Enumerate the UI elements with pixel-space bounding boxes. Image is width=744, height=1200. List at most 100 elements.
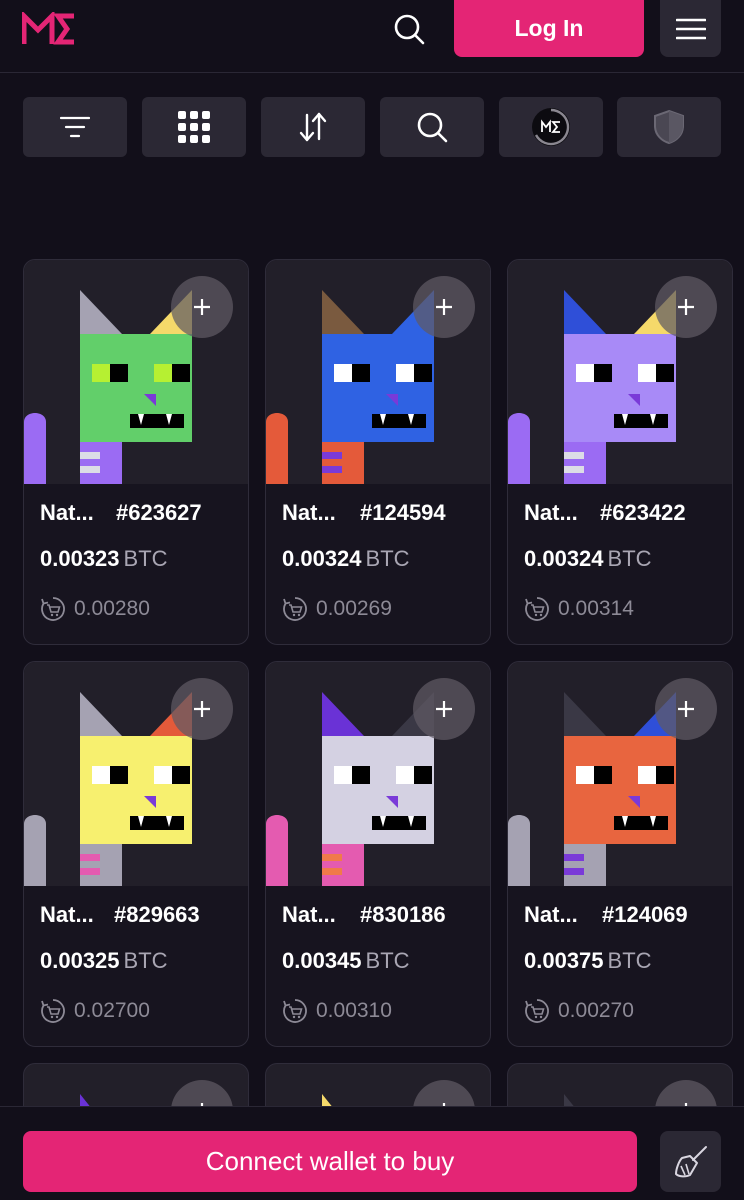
- filter-button[interactable]: [23, 97, 127, 157]
- login-button[interactable]: Log In: [454, 0, 644, 57]
- price-unit: BTC: [123, 948, 168, 973]
- cat-eye: [334, 364, 352, 382]
- cat-stripe: [322, 854, 342, 861]
- last-sale-value: 0.00314: [558, 597, 634, 620]
- clear-cart-button[interactable]: [660, 1131, 721, 1192]
- collection-button[interactable]: [499, 97, 603, 157]
- cat-eye: [396, 364, 414, 382]
- cat-tail: [266, 815, 288, 886]
- cat-stripe: [80, 466, 100, 473]
- nft-price: 0.00325 BTC: [40, 948, 168, 974]
- price-unit: BTC: [607, 948, 652, 973]
- cat-mouth: [372, 414, 426, 428]
- cat-eye: [154, 364, 172, 382]
- add-to-cart-button[interactable]: [655, 678, 717, 740]
- nft-card[interactable]: Nat... #124594 0.00324 BTC 0.00269: [265, 259, 491, 645]
- cat-body: [564, 442, 606, 484]
- menu-button[interactable]: [660, 0, 721, 57]
- toolbar-search-button[interactable]: [380, 97, 484, 157]
- cat-body: [80, 844, 122, 886]
- nft-name: Nat...: [524, 902, 578, 927]
- cat-left-ear: [564, 692, 606, 736]
- nft-name: Nat...: [40, 902, 94, 927]
- nft-card[interactable]: Nat... #829663 0.00325 BTC 0.02700: [23, 661, 249, 1047]
- sort-button[interactable]: [261, 97, 365, 157]
- nft-card[interactable]: Nat... #623627 0.00323 BTC 0.00280: [23, 259, 249, 645]
- cat-pupil: [172, 364, 190, 382]
- last-sale-value: 0.02700: [74, 999, 150, 1022]
- verified-filter-button[interactable]: [617, 97, 721, 157]
- nft-price: 0.00324 BTC: [282, 546, 410, 572]
- nft-card[interactable]: Nat... #124069 0.00375 BTC 0.00270: [507, 661, 733, 1047]
- cat-body: [564, 844, 606, 886]
- add-to-cart-button[interactable]: [171, 678, 233, 740]
- cat-stripe: [322, 868, 342, 875]
- add-to-cart-button[interactable]: [171, 276, 233, 338]
- nft-price: 0.00375 BTC: [524, 948, 652, 974]
- cat-tail: [24, 413, 46, 484]
- last-sale-cart-icon: [525, 999, 549, 1023]
- last-sale-value: 0.00310: [316, 999, 392, 1022]
- top-header: Log In: [0, 0, 744, 73]
- nft-number: #829663: [114, 902, 200, 927]
- nft-number: #124594: [360, 500, 446, 525]
- magic-eden-collection-icon: [532, 108, 570, 146]
- last-sale-value: 0.00270: [558, 999, 634, 1022]
- cat-pupil: [110, 364, 128, 382]
- last-sale-value: 0.00280: [74, 597, 150, 620]
- cat-stripe: [564, 452, 584, 459]
- cat-eye: [576, 766, 594, 784]
- cat-tail: [24, 815, 46, 886]
- cat-mouth: [372, 816, 426, 830]
- price-unit: BTC: [123, 546, 168, 571]
- grid-view-button[interactable]: [142, 97, 246, 157]
- nft-name: Nat...: [282, 902, 336, 927]
- cat-mouth: [130, 414, 184, 428]
- magic-eden-logo[interactable]: [21, 9, 78, 46]
- add-to-cart-button[interactable]: [413, 276, 475, 338]
- nft-name: Nat...: [40, 500, 94, 525]
- cat-tail: [508, 815, 530, 886]
- cat-stripe: [564, 868, 584, 875]
- add-to-cart-button[interactable]: [655, 276, 717, 338]
- header-search-button[interactable]: [388, 8, 430, 50]
- nft-number: #623627: [116, 500, 202, 525]
- plus-icon: [678, 701, 694, 717]
- add-to-cart-button[interactable]: [413, 678, 475, 740]
- sort-icon: [299, 112, 327, 142]
- cat-left-ear: [80, 692, 122, 736]
- cat-tail: [266, 413, 288, 484]
- search-icon: [394, 14, 425, 45]
- nft-card[interactable]: Nat... #830186 0.00345 BTC 0.00310: [265, 661, 491, 1047]
- shield-icon: [654, 109, 684, 145]
- last-sale-cart-icon: [41, 999, 65, 1023]
- bottom-action-bar: Connect wallet to buy: [0, 1106, 744, 1200]
- cat-stripe: [322, 452, 342, 459]
- cat-left-ear: [322, 290, 364, 334]
- cat-stripe: [564, 466, 584, 473]
- cat-left-ear: [322, 692, 364, 736]
- nft-name: Nat...: [524, 500, 578, 525]
- cat-stripe: [80, 854, 100, 861]
- last-sale: 0.00314: [524, 593, 634, 625]
- cat-eye: [638, 364, 656, 382]
- price-value: 0.00345: [282, 948, 362, 973]
- cat-body: [322, 844, 364, 886]
- cat-pupil: [656, 766, 674, 784]
- cat-pupil: [594, 766, 612, 784]
- grid-view-icon: [178, 111, 210, 143]
- nft-price: 0.00324 BTC: [524, 546, 652, 572]
- cat-stripe: [80, 452, 100, 459]
- cat-left-ear: [80, 290, 122, 334]
- search-icon: [417, 112, 448, 143]
- last-sale: 0.02700: [40, 995, 150, 1027]
- nft-number: #623422: [600, 500, 686, 525]
- price-value: 0.00324: [282, 546, 362, 571]
- connect-wallet-button[interactable]: Connect wallet to buy: [23, 1131, 637, 1192]
- cat-tail: [508, 413, 530, 484]
- last-sale: 0.00310: [282, 995, 392, 1027]
- nft-card[interactable]: Nat... #623422 0.00324 BTC 0.00314: [507, 259, 733, 645]
- cat-body: [322, 442, 364, 484]
- cat-stripe: [322, 466, 342, 473]
- nft-price: 0.00345 BTC: [282, 948, 410, 974]
